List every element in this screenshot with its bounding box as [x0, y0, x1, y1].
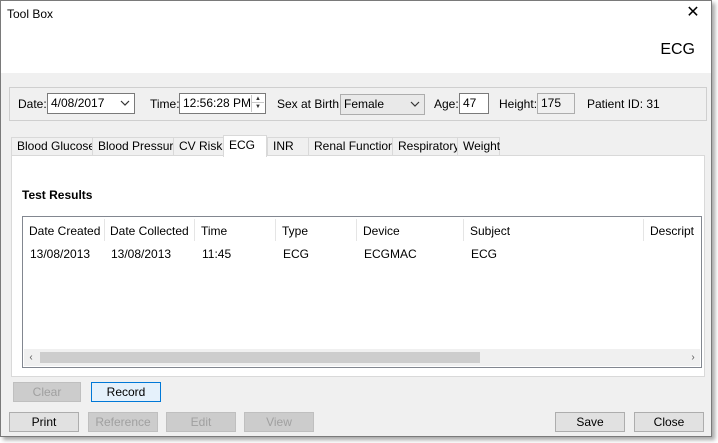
date-label: Date:	[18, 97, 47, 111]
height-label: Height:	[499, 97, 538, 111]
chevron-down-icon[interactable]	[120, 98, 130, 108]
tab-renal-function[interactable]: Renal Function	[308, 137, 395, 156]
table-cell: 11:45	[202, 247, 232, 261]
date-value: 4/08/2017	[51, 96, 105, 110]
scrollbar-thumb[interactable]	[40, 352, 480, 363]
time-value: 12:56:28 PM	[183, 96, 252, 110]
sex-select[interactable]: Female	[340, 94, 425, 115]
table-cell: ECG	[471, 247, 498, 261]
date-picker[interactable]: 4/08/2017	[47, 93, 135, 114]
view-button[interactable]: View	[244, 412, 314, 432]
results-table[interactable]: Date Created Date Collected Time Type De…	[22, 216, 702, 368]
reference-button[interactable]: Reference	[88, 412, 158, 432]
tab-ecg[interactable]: ECG	[223, 135, 267, 157]
column-header[interactable]: Date Created	[29, 224, 100, 238]
table-cell: 13/08/2013	[30, 247, 91, 261]
title-bar: Tool Box ✕ ECG	[1, 1, 711, 73]
section-title: Test Results	[22, 188, 93, 202]
tab-blood-pressure[interactable]: Blood Pressure	[92, 137, 180, 156]
scroll-right-icon[interactable]: ›	[686, 351, 700, 364]
save-button[interactable]: Save	[555, 412, 625, 432]
time-label: Time:	[150, 97, 180, 111]
toolbox-window: Tool Box ✕ ECG Date: 4/08/2017 Time: 12:…	[0, 0, 712, 437]
horizontal-scrollbar[interactable]: ‹ ›	[24, 349, 700, 366]
ecg-tab-panel: Test Results Date Created Date Collected…	[11, 155, 705, 377]
age-field[interactable]: 47	[459, 93, 489, 114]
tab-weight[interactable]: Weight	[457, 137, 500, 156]
patient-id: Patient ID: 31	[587, 97, 660, 111]
age-value: 47	[463, 96, 477, 110]
column-header[interactable]: Descript	[650, 224, 694, 238]
column-header[interactable]: Device	[363, 224, 400, 238]
scroll-left-icon[interactable]: ‹	[24, 351, 38, 364]
height-field[interactable]: 175	[537, 93, 575, 114]
column-header[interactable]: Date Collected	[110, 224, 189, 238]
close-icon[interactable]: ✕	[685, 5, 701, 21]
table-cell: ECGMAC	[364, 247, 417, 261]
sex-value: Female	[344, 97, 385, 111]
column-header[interactable]: Time	[201, 224, 227, 238]
tab-blood-glucose[interactable]: Blood Glucose	[11, 137, 95, 156]
sex-label: Sex at Birth:	[277, 97, 343, 111]
page-title: ECG	[660, 41, 695, 58]
tab-respiratory[interactable]: Respiratory	[392, 137, 459, 156]
clear-button[interactable]: Clear	[13, 382, 81, 402]
time-spinner[interactable]: ▲ ▼	[251, 95, 264, 112]
tab-cv-risk[interactable]: CV Risk	[173, 137, 225, 156]
column-header[interactable]: Type	[282, 224, 308, 238]
height-value: 175	[541, 96, 562, 110]
time-input[interactable]: 12:56:28 PM ▲ ▼	[179, 93, 266, 114]
tab-inr[interactable]: INR	[267, 137, 309, 156]
spin-up-icon[interactable]: ▲	[252, 95, 264, 103]
window-title: Tool Box	[7, 7, 54, 21]
table-cell: 13/08/2013	[111, 247, 172, 261]
patient-toolbar: Date: 4/08/2017 Time: 12:56:28 PM ▲ ▼ Se…	[9, 87, 707, 121]
chevron-down-icon[interactable]	[410, 99, 420, 109]
record-button[interactable]: Record	[91, 382, 161, 402]
edit-button[interactable]: Edit	[166, 412, 236, 432]
age-label: Age:	[434, 97, 459, 111]
close-button[interactable]: Close	[634, 412, 704, 432]
print-button[interactable]: Print	[9, 412, 79, 432]
column-header[interactable]: Subject	[470, 224, 510, 238]
table-cell: ECG	[283, 247, 310, 261]
spin-down-icon[interactable]: ▼	[252, 103, 264, 111]
